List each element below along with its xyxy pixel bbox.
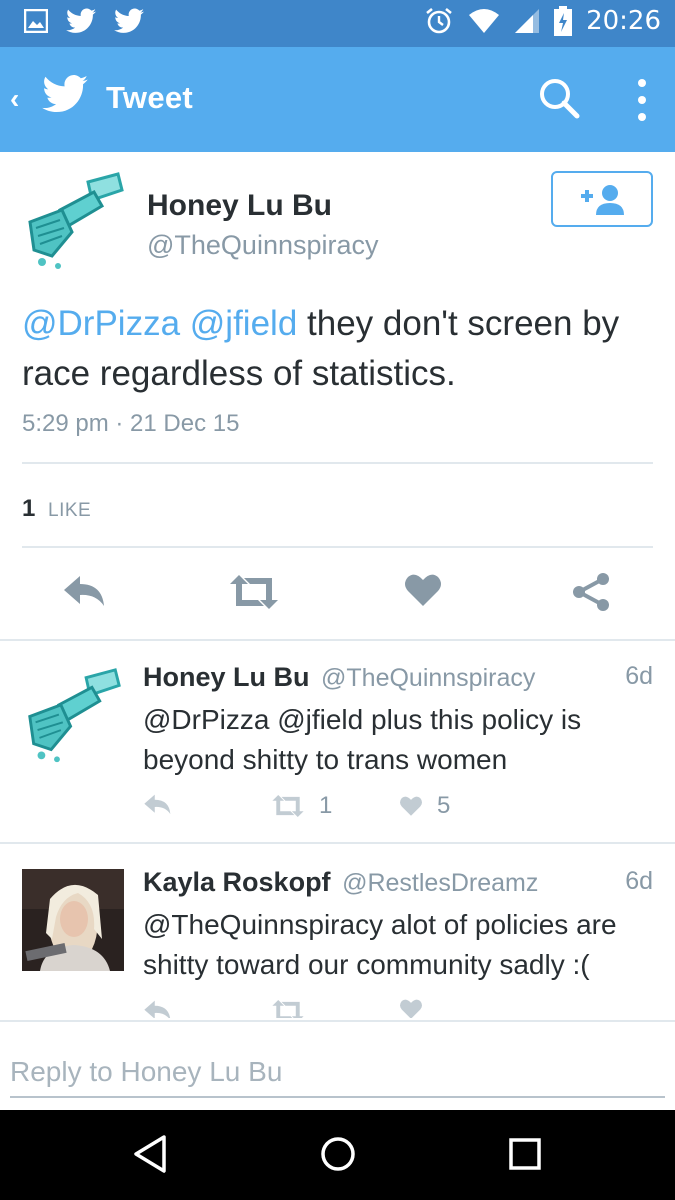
reply-age: 6d: [625, 867, 653, 895]
reply-actions: 1 5: [143, 792, 643, 822]
like-button[interactable]: 5: [399, 792, 450, 820]
nav-recents-icon[interactable]: [508, 1134, 542, 1174]
image-icon: [24, 9, 48, 33]
page-title: Tweet: [106, 80, 194, 115]
reply-button[interactable]: [143, 998, 173, 1018]
retweet-count: 1: [319, 792, 333, 819]
reply-author-name[interactable]: Kayla Roskopf: [143, 867, 331, 897]
tweet-text: @DrPizza @jfield they don't screen by ra…: [22, 299, 662, 399]
reply-composer: [0, 1020, 675, 1112]
mention-link[interactable]: @jfield: [190, 304, 298, 343]
reply-tweet[interactable]: Honey Lu Bu @TheQuinnspiracy 6d @DrPizza…: [0, 662, 675, 842]
divider: [22, 546, 653, 548]
tweet-timestamp: 5:29 pm · 21 Dec 15: [22, 410, 240, 437]
reply-icon: [144, 794, 171, 815]
author-handle[interactable]: @TheQuinnspiracy: [147, 230, 379, 261]
retweet-icon: [272, 999, 304, 1018]
divider: [0, 639, 675, 641]
reply-author-name[interactable]: Honey Lu Bu: [143, 662, 310, 692]
alarm-icon: [426, 7, 452, 34]
retweet-icon: [272, 794, 304, 818]
mention-link[interactable]: @DrPizza: [22, 304, 180, 343]
reply-header: Honey Lu Bu @TheQuinnspiracy: [143, 662, 535, 693]
like-count: 5: [437, 792, 451, 819]
twitter-bird-icon[interactable]: [42, 75, 88, 113]
app-bar: ‹ Tweet: [0, 47, 675, 152]
heart-icon: [400, 796, 422, 816]
reply-button[interactable]: [143, 792, 173, 818]
overflow-menu-icon[interactable]: [636, 79, 648, 121]
reply-header: Kayla Roskopf @RestlesDreamz: [143, 867, 538, 898]
divider: [22, 462, 653, 464]
retweet-button[interactable]: 1: [271, 792, 332, 820]
reply-input[interactable]: [10, 1048, 665, 1098]
like-button[interactable]: [399, 998, 437, 1018]
reply-icon: [144, 1000, 171, 1018]
battery-charging-icon: [554, 6, 573, 36]
search-icon[interactable]: [538, 77, 580, 119]
reply-actions: [143, 998, 643, 1018]
share-icon[interactable]: [571, 572, 611, 612]
like-count: 1: [22, 495, 36, 522]
retweet-button[interactable]: [271, 998, 319, 1018]
status-time: 20:26: [586, 6, 661, 36]
heart-icon[interactable]: [404, 572, 442, 608]
retweet-icon[interactable]: [228, 572, 280, 612]
add-user-icon: [581, 185, 624, 215]
reply-author-handle[interactable]: @RestlesDreamz: [342, 869, 538, 897]
reply-author-handle[interactable]: @TheQuinnspiracy: [321, 664, 535, 692]
twitter-bird-icon: [114, 8, 144, 33]
divider: [0, 842, 675, 844]
back-chevron-icon[interactable]: ‹: [10, 83, 19, 115]
likes-row[interactable]: 1 LIKE: [22, 495, 91, 523]
tweet-actions: [0, 572, 675, 620]
heart-icon: [400, 999, 422, 1018]
twitter-bird-icon: [66, 8, 96, 33]
follow-button[interactable]: [551, 171, 653, 227]
nav-home-icon[interactable]: [319, 1134, 357, 1174]
avatar[interactable]: [22, 170, 127, 275]
author-name[interactable]: Honey Lu Bu: [147, 189, 332, 223]
reply-tweet[interactable]: Kayla Roskopf @RestlesDreamz 6d @TheQuin…: [0, 867, 675, 1018]
avatar[interactable]: [22, 869, 124, 971]
reply-text: @DrPizza @jfield plus this policy is bey…: [143, 704, 582, 775]
avatar[interactable]: [22, 666, 124, 768]
reply-icon[interactable]: [62, 572, 108, 612]
reply-text: @TheQuinnspiracy alot of policies are sh…: [143, 909, 617, 980]
signal-icon: [515, 9, 540, 33]
main-tweet: Honey Lu Bu @TheQuinnspiracy @DrPizza @j…: [0, 152, 675, 640]
like-label: LIKE: [48, 500, 92, 521]
status-bar: 20:26: [0, 0, 675, 47]
wifi-icon: [469, 9, 500, 33]
system-nav-bar: [0, 1110, 675, 1200]
nav-back-icon[interactable]: [132, 1134, 168, 1174]
reply-age: 6d: [625, 662, 653, 690]
